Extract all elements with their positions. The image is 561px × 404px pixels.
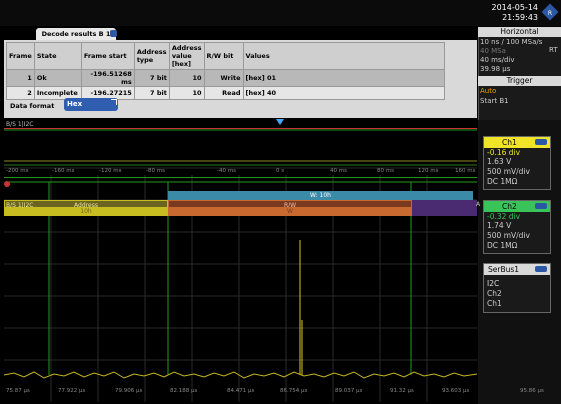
- cell-values: [hex] 40: [242, 86, 445, 100]
- ch2-settings-box[interactable]: Ch2 -0.32 div 1.74 V 500 mV/div DC 1MΩ: [483, 200, 551, 254]
- cell-address-value: 10: [168, 86, 205, 100]
- time-text: 21:59:43: [502, 13, 538, 22]
- datetime: 2014-05-14 21:59:43: [482, 3, 539, 23]
- decode-results-tab[interactable]: Decode results B 1: [36, 28, 116, 40]
- upper-tick: 0 s: [276, 168, 285, 174]
- waveform-grid: [4, 129, 477, 402]
- overview-bus-label: B/S 1|I2C: [6, 121, 34, 128]
- col-state: State: [33, 42, 82, 70]
- bottom-tick: 84.471 µs: [227, 388, 255, 394]
- bottom-tick: 77.922 µs: [58, 388, 86, 394]
- svg-text:R: R: [548, 10, 552, 17]
- date-text: 2014-05-14: [491, 3, 539, 12]
- data-format-label: Data format: [10, 102, 55, 110]
- table-row[interactable]: 1 Ok -196.51268 ms 7 bit 10 Write [hex] …: [6, 69, 445, 87]
- bottom-tick: 93.603 µs: [442, 388, 470, 394]
- upper-tick: 40 ms: [330, 168, 347, 174]
- ch1-settings-box[interactable]: Ch1 -0.16 div 1.63 V 500 mV/div DC 1MΩ: [483, 136, 551, 190]
- ch1-level: 1.63 V: [487, 157, 512, 166]
- col-address-type: Address type: [133, 42, 170, 70]
- ack-segment[interactable]: A: [412, 200, 480, 216]
- upper-tick: -120 ms: [99, 168, 122, 174]
- col-frame: Frame: [6, 42, 35, 70]
- bottom-tick: 82.188 µs: [170, 388, 198, 394]
- decode-close-icon[interactable]: [110, 30, 117, 37]
- col-frame-start: Frame start: [80, 42, 135, 70]
- serbus-menu-icon[interactable]: [535, 266, 547, 272]
- serbus-source-1: Ch2: [487, 289, 502, 298]
- upper-tick: -200 ms: [6, 168, 29, 174]
- serbus-protocol: I2C: [487, 279, 500, 288]
- ch2-coupling: DC 1MΩ: [487, 241, 518, 250]
- ch2-level: 1.74 V: [487, 221, 512, 230]
- col-values: Values: [242, 42, 445, 70]
- waveform-area[interactable]: [4, 120, 477, 402]
- data-format-select[interactable]: Hex: [64, 98, 118, 111]
- horizontal-scale: 40 ms/div: [480, 56, 515, 64]
- cell-address-type: 7 bit: [133, 86, 170, 100]
- chevron-down-icon: [111, 99, 117, 105]
- cell-frame: 2: [6, 86, 35, 100]
- trigger-title: Trigger: [478, 76, 561, 86]
- time-ruler: [4, 128, 477, 129]
- ch2-scale: 500 mV/div: [487, 231, 530, 240]
- bottom-tick: 89.037 µs: [335, 388, 363, 394]
- col-rw-bit: R/W bit: [203, 42, 244, 70]
- upper-tick: 160 ms: [455, 168, 476, 174]
- separator-line: [4, 177, 477, 178]
- bus-row-label: B/S 1|I2C: [6, 202, 34, 209]
- trigger-source: Start B1: [480, 97, 509, 105]
- cell-frame: 1: [6, 69, 35, 87]
- cell-values: [hex] 01: [242, 69, 445, 87]
- brand-logo-icon[interactable]: R: [541, 3, 559, 21]
- bottom-tick: 75.87 µs: [6, 388, 30, 394]
- upper-tick: -40 ms: [217, 168, 236, 174]
- serbus-source-2: Ch1: [487, 299, 502, 308]
- cell-rw-bit: Read: [203, 86, 244, 100]
- upper-tick: -160 ms: [52, 168, 75, 174]
- upper-tick: 80 ms: [377, 168, 394, 174]
- ch1-coupling: DC 1MΩ: [487, 177, 518, 186]
- ch2-menu-icon[interactable]: [535, 203, 547, 209]
- serbus-settings-box[interactable]: SerBus1 I2C Ch2 Ch1: [483, 263, 551, 313]
- bottom-tick: 86.754 µs: [280, 388, 308, 394]
- upper-tick: -80 ms: [146, 168, 165, 174]
- trigger-mode: Auto: [480, 87, 497, 95]
- horizontal-position: 39.98 µs: [480, 65, 511, 73]
- bottom-tick: 91.32 µs: [390, 388, 414, 394]
- bottom-tick: 79.906 µs: [115, 388, 143, 394]
- ch1-scale: 500 mV/div: [487, 167, 530, 176]
- cell-frame-start: -196.51268 ms: [80, 69, 135, 87]
- w-frame-segment[interactable]: W: 10h: [168, 191, 473, 200]
- upper-tick: 120 ms: [418, 168, 439, 174]
- ch1-menu-icon[interactable]: [535, 139, 547, 145]
- top-bar: [0, 0, 561, 26]
- rw-value-segment: W: [168, 207, 412, 216]
- bottom-tick: 95.86 µs: [520, 388, 544, 394]
- realtime-indicator: RT: [549, 46, 558, 54]
- cell-rw-bit: Write: [203, 69, 244, 87]
- trigger-point-icon: [4, 181, 10, 187]
- cell-address-type: 7 bit: [133, 69, 170, 87]
- decode-results-table: Frame State Frame start Address type Add…: [6, 42, 445, 100]
- cell-state: Ok: [33, 69, 82, 87]
- horizontal-resolution: 10 ns / 100 MSa/s: [480, 38, 543, 46]
- horizontal-samples: 40 MSa: [480, 47, 506, 55]
- col-address-value: Address value [hex]: [168, 42, 205, 70]
- cell-address-value: 10: [168, 69, 205, 87]
- horizontal-title: Horizontal: [478, 27, 561, 37]
- trigger-position-marker[interactable]: [276, 119, 284, 125]
